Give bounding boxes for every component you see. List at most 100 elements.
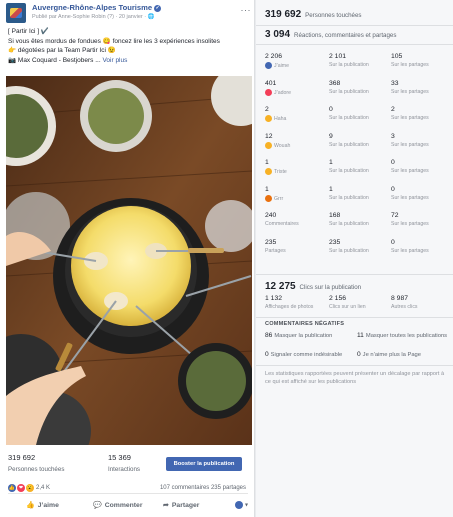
reaction-stat-value: 1 xyxy=(265,159,269,166)
hide-all-posts-stat: 11 Masquer toutes les publications xyxy=(357,332,448,339)
love-reaction-icon: ❤ xyxy=(16,484,25,492)
see-more-link[interactable]: Voir plus xyxy=(102,57,127,64)
reaction-stat-value: 235 xyxy=(265,238,277,246)
reaction-stat-cell: 1 Sur la publication xyxy=(329,186,369,201)
other-clicks-stat: 8 987 Autres clics xyxy=(391,295,418,310)
reaction-stat-label-text: Sur les partages xyxy=(391,194,429,201)
reaction-stat-cell: 72 Sur les partages xyxy=(391,212,429,227)
reaction-stat-label: Sur les partages xyxy=(391,248,429,254)
reaction-stat-label-text: Sur les partages xyxy=(391,141,429,148)
share-button[interactable]: ➦ Partager xyxy=(163,501,199,509)
reaction-stat-cell: 368 Sur la publication xyxy=(329,80,369,95)
reaction-stat-cell: 2 Haha xyxy=(265,106,286,122)
reaction-stat-cell: 0 Sur les partages xyxy=(391,186,429,201)
divider xyxy=(256,274,453,275)
reaction-stat-value: 0 xyxy=(329,106,333,113)
divider xyxy=(256,365,453,366)
chevron-down-icon: ▾ xyxy=(244,502,248,509)
interactions-stat: 15 369 Interactions xyxy=(108,453,140,473)
reaction-stat-label: Sur la publication xyxy=(329,142,369,148)
reaction-stat-cell: 1 Sur la publication xyxy=(329,159,369,174)
reaction-stat-cell: 168 Sur la publication xyxy=(329,212,369,227)
reaction-stat-value: 3 xyxy=(391,132,395,140)
post-text: [ Partir Ici ] ✔️ Si vous êtes mordus de… xyxy=(8,27,248,65)
engagement-value: 3 094 xyxy=(265,29,291,40)
insights-engagement: 3 094 Réactions, commentaires et partage… xyxy=(265,29,396,40)
reaction-stat-cell: 240 Commentaires xyxy=(265,212,299,227)
insights-clicks: 12 275 Clics sur la publication xyxy=(265,281,361,292)
reaction-stat-value: 1 xyxy=(265,185,269,193)
reaction-emoji-icon xyxy=(265,168,272,175)
post-menu-button[interactable]: ··· xyxy=(241,5,252,15)
reaction-stat-label-text: J’adore xyxy=(274,89,292,96)
comment-button[interactable]: 💬 Commenter xyxy=(93,501,143,509)
post-actions: 👍 J’aime 💬 Commenter ➦ Partager ▾ xyxy=(8,501,248,515)
reaction-stat-value: 401 xyxy=(265,79,277,87)
photo-views-stat: 1 132 Affichages de photos xyxy=(265,295,314,310)
hide-post-stat: 86 Masquer la publication xyxy=(265,332,333,339)
reaction-breakdown-row: 401 J’adore 368 Sur la publication 33 Sur les… xyxy=(265,80,450,107)
like-button[interactable]: 👍 J’aime xyxy=(26,501,59,509)
reaction-stat-label: Sur les partages xyxy=(391,195,429,201)
post-text-line: [ Partir Ici ] ✔️ xyxy=(8,28,49,35)
reaction-stat-label-text: Sur les partages xyxy=(391,247,429,254)
reaction-stat-label: Sur la publication xyxy=(329,115,369,121)
reaction-stat-label: Sur la publication xyxy=(329,195,369,201)
reaction-stat-cell: 0 Sur la publication xyxy=(329,106,369,121)
verified-badge-icon: ✓ xyxy=(154,4,162,12)
comment-icon: 💬 xyxy=(93,502,102,509)
reaction-stat-cell: 401 J’adore xyxy=(265,80,291,96)
author-info[interactable]: (?) xyxy=(107,14,114,20)
shares-count-link[interactable]: 235 partages xyxy=(211,485,246,491)
insights-reach-label: Personnes touchées xyxy=(305,12,362,19)
page-name-link[interactable]: Auvergne-Rhône-Alpes Tourisme ✓ xyxy=(32,3,162,12)
reaction-stat-value: 240 xyxy=(265,212,277,219)
reaction-stat-label-text: Sur les partages xyxy=(391,88,429,95)
clicks-breakdown: 1 132 Affichages de photos 2 156 Clics sur… xyxy=(265,295,450,317)
post-date[interactable]: · 20 janvier · xyxy=(116,14,147,20)
fondue-photo-image xyxy=(6,76,252,445)
reaction-breakdown-row: 12 Wouah 9 Sur la publication 3 Sur les parta… xyxy=(265,133,450,160)
reaction-stat-label-text: Sur la publication xyxy=(329,247,369,254)
clicks-value: 12 275 xyxy=(265,281,296,292)
post-photo[interactable] xyxy=(6,76,252,445)
reaction-stat-cell: 1 Triste xyxy=(265,159,287,175)
reactions-summary[interactable]: 👍 ❤ 😮 2,4 K 107 commentaires 235 partage… xyxy=(8,484,248,494)
boost-post-button[interactable]: Booster la publication xyxy=(166,457,242,471)
reaction-stat-label: J’adore xyxy=(265,88,292,96)
reaction-count[interactable]: 2,4 K xyxy=(36,485,50,491)
reaction-emoji-icon xyxy=(265,115,272,122)
reaction-stat-value: 72 xyxy=(391,212,399,219)
reaction-stat-value: 0 xyxy=(391,185,395,193)
reaction-breakdown-row: 1 Grrr 1 Sur la publication 0 Sur les partage… xyxy=(265,186,450,213)
reaction-stat-value: 0 xyxy=(391,238,395,246)
reaction-stat-cell: 2 206 J’aime xyxy=(265,53,289,69)
insights-panel: 319 692 Personnes touchées 3 094 Réactio… xyxy=(256,0,453,517)
reaction-stat-value: 2 206 xyxy=(265,53,283,60)
reaction-breakdown-row: 240 Commentaires 168 Sur la publication 72 Su… xyxy=(265,212,450,239)
reaction-stat-cell: 33 Sur les partages xyxy=(391,80,429,95)
reaction-breakdown-row: 2 206 J’aime 2 101 Sur la publication 105 Sur… xyxy=(265,53,450,80)
reaction-stat-value: 1 xyxy=(329,159,333,166)
comments-count-link[interactable]: 107 commentaires xyxy=(160,485,209,491)
reaction-stat-label-text: Sur la publication xyxy=(329,62,369,68)
reaction-stat-label: Sur les partages xyxy=(391,142,429,148)
page-avatar[interactable] xyxy=(6,3,26,23)
reaction-stat-cell: 0 Sur les partages xyxy=(391,159,429,174)
clicks-label: Clics sur la publication xyxy=(299,284,362,291)
reaction-stat-label: Sur la publication xyxy=(329,248,369,254)
reaction-stat-label: Commentaires xyxy=(265,221,299,227)
author-name[interactable]: Publié par Anne-Sophie Robin xyxy=(32,14,106,20)
divider xyxy=(256,25,453,26)
reaction-stat-label: Sur la publication xyxy=(329,89,369,95)
insights-reach-value: 319 692 xyxy=(265,9,302,20)
audience-selector[interactable]: ▾ xyxy=(235,501,248,509)
reaction-stat-label-text: Sur les partages xyxy=(391,221,429,227)
reaction-breakdown-row: 2 Haha 0 Sur la publication 2 Sur les partage… xyxy=(265,106,450,133)
reaction-stat-cell: 235 Sur la publication xyxy=(329,239,369,254)
reaction-stat-value: 1 xyxy=(329,185,333,193)
reaction-stat-value: 368 xyxy=(329,79,341,87)
reaction-stat-cell: 105 Sur les partages xyxy=(391,53,429,68)
reaction-stat-label: Sur les partages xyxy=(391,115,429,121)
reaction-stat-label-text: Wouah xyxy=(274,142,291,149)
